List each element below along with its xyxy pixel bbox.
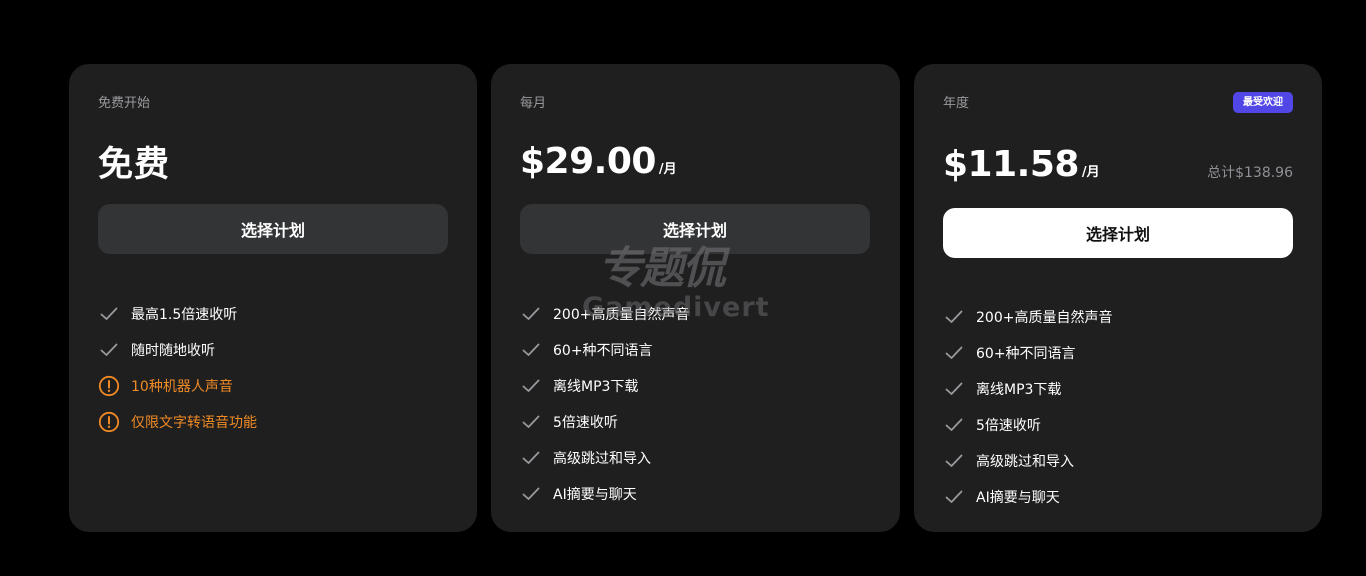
price-unit: /月: [658, 162, 677, 177]
feature-item: 高级跳过和导入: [943, 443, 1112, 479]
feature-item: 5倍速收听: [943, 407, 1112, 443]
plan-name: 免费开始: [98, 96, 151, 111]
feature-item: AI摘要与聊天: [520, 476, 689, 512]
feature-text: AI摘要与聊天: [553, 487, 637, 503]
feature-text: 200+高质量自然声音: [553, 307, 690, 323]
feature-item: 60+种不同语言: [943, 335, 1112, 371]
plan-card-monthly: 每月 $29.00/月 选择计划 200+高质量自然声音 60+种不同语言 离线…: [491, 64, 900, 532]
warning-icon: [98, 411, 120, 433]
select-plan-button[interactable]: 选择计划: [943, 208, 1293, 258]
feature-text: 10种机器人声音: [131, 379, 233, 395]
feature-text: 60+种不同语言: [976, 346, 1076, 362]
feature-text: 最高1.5倍速收听: [131, 307, 238, 323]
feature-text: 60+种不同语言: [553, 343, 653, 359]
check-icon: [943, 450, 965, 472]
check-icon: [520, 339, 542, 361]
feature-item: 200+高质量自然声音: [943, 299, 1112, 335]
select-plan-button[interactable]: 选择计划: [520, 204, 870, 254]
plan-price: $11.58/月: [943, 144, 1100, 185]
feature-item: 离线MP3下载: [943, 371, 1112, 407]
feature-text: 离线MP3下载: [976, 382, 1062, 398]
feature-item: 200+高质量自然声音: [520, 296, 689, 332]
check-icon: [520, 447, 542, 469]
feature-item: 高级跳过和导入: [520, 440, 689, 476]
plan-name: 每月: [520, 96, 547, 111]
total-price: 总计$138.96: [1207, 165, 1293, 181]
plan-card-yearly: 年度 最受欢迎 $11.58/月 总计$138.96 选择计划 200+高质量自…: [914, 64, 1322, 532]
feature-item: 最高1.5倍速收听: [98, 296, 257, 332]
feature-item: 离线MP3下载: [520, 368, 689, 404]
plan-price: 免费: [98, 145, 171, 185]
feature-text: 高级跳过和导入: [553, 451, 651, 467]
check-icon: [520, 411, 542, 433]
check-icon: [943, 306, 965, 328]
plan-name: 年度: [943, 96, 970, 111]
plan-price: $29.00/月: [520, 141, 677, 182]
price-amount: $11.58: [943, 144, 1079, 185]
feature-text: 高级跳过和导入: [976, 454, 1074, 470]
select-plan-button[interactable]: 选择计划: [98, 204, 448, 254]
feature-text: 仅限文字转语音功能: [131, 415, 257, 431]
popular-badge: 最受欢迎: [1233, 92, 1293, 113]
feature-text: 5倍速收听: [976, 418, 1041, 434]
check-icon: [520, 375, 542, 397]
check-icon: [520, 303, 542, 325]
check-icon: [98, 303, 120, 325]
feature-item: 随时随地收听: [98, 332, 257, 368]
check-icon: [98, 339, 120, 361]
check-icon: [943, 342, 965, 364]
check-icon: [943, 378, 965, 400]
feature-item: 10种机器人声音: [98, 368, 257, 404]
feature-text: 随时随地收听: [131, 343, 215, 359]
feature-list: 200+高质量自然声音 60+种不同语言 离线MP3下载 5倍速收听 高级跳过和…: [943, 299, 1112, 515]
feature-item: AI摘要与聊天: [943, 479, 1112, 515]
feature-text: 200+高质量自然声音: [976, 310, 1113, 326]
feature-list: 200+高质量自然声音 60+种不同语言 离线MP3下载 5倍速收听 高级跳过和…: [520, 296, 689, 512]
feature-text: 离线MP3下载: [553, 379, 639, 395]
plan-card-free: 免费开始 免费 选择计划 最高1.5倍速收听 随时随地收听 10种机器人声音 仅…: [69, 64, 477, 532]
check-icon: [943, 414, 965, 436]
feature-text: 5倍速收听: [553, 415, 618, 431]
price-unit: /月: [1081, 165, 1100, 180]
feature-text: AI摘要与聊天: [976, 490, 1060, 506]
feature-item: 60+种不同语言: [520, 332, 689, 368]
check-icon: [943, 486, 965, 508]
price-amount: $29.00: [520, 141, 656, 182]
warning-icon: [98, 375, 120, 397]
feature-item: 仅限文字转语音功能: [98, 404, 257, 440]
feature-list: 最高1.5倍速收听 随时随地收听 10种机器人声音 仅限文字转语音功能: [98, 296, 257, 440]
check-icon: [520, 483, 542, 505]
feature-item: 5倍速收听: [520, 404, 689, 440]
